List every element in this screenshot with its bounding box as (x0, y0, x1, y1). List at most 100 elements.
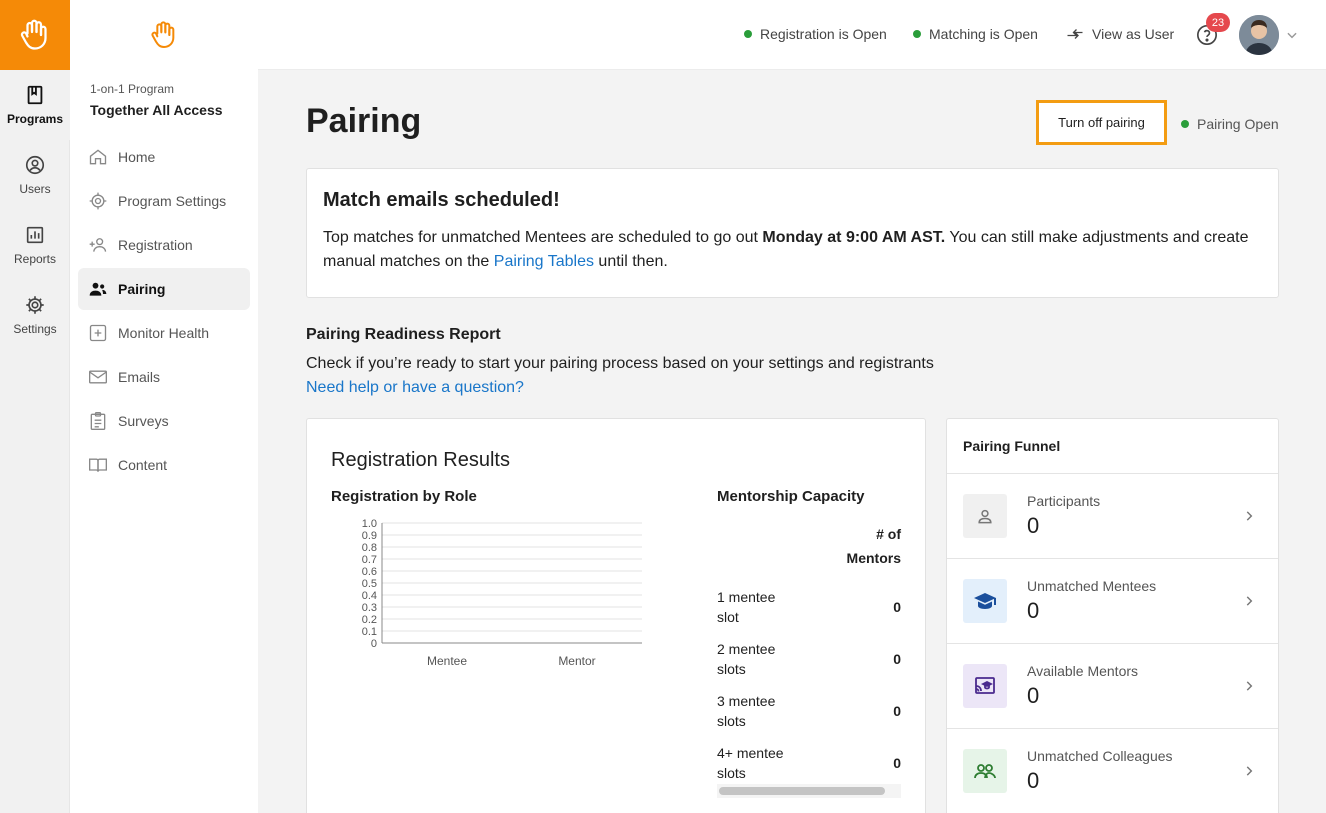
chart-y-tick-label: 0.8 (362, 542, 377, 554)
chart-y-tick-label: 0.2 (362, 614, 377, 626)
registration-status-label: Registration is Open (760, 26, 887, 42)
clipboard-icon (90, 412, 106, 430)
sidebar-item-home[interactable]: Home (78, 136, 250, 178)
capacity-row-label: 4+ mentee slots (717, 743, 797, 783)
capacity-label-line: 2 mentee (717, 641, 776, 657)
capacity-row-value: 0 (893, 703, 901, 719)
readiness-title: Pairing Readiness Report (306, 326, 501, 343)
registration-by-role-chart: 1.00.90.80.70.60.50.40.30.20.10 Mentee Men… (362, 518, 642, 668)
rail-label: Reports (13, 252, 57, 266)
capacity-row: 3 mentee slots 0 (717, 685, 901, 737)
scrollbar-thumb[interactable] (719, 787, 885, 795)
sidebar-item-label: Home (118, 149, 156, 165)
pairing-tables-link[interactable]: Pairing Tables (494, 253, 594, 270)
brand-logo[interactable] (0, 0, 70, 70)
chart-y-tick-label: 0.1 (362, 626, 377, 638)
status-dot (744, 30, 752, 38)
sidebar-item-emails[interactable]: Emails (78, 356, 250, 398)
funnel-text: Unmatched Colleagues 0 (1027, 748, 1173, 794)
rail-label: Programs (6, 112, 64, 126)
book-open-icon (89, 458, 107, 472)
rail-label: Users (19, 182, 51, 196)
status-dot (913, 30, 921, 38)
capacity-label-line: slot (717, 609, 739, 625)
funnel-row-available-mentors[interactable]: Available Mentors 0 (947, 644, 1278, 729)
sidebar-item-label: Program Settings (118, 193, 227, 209)
sidebar-item-pairing[interactable]: Pairing (78, 268, 250, 310)
funnel-row-unmatched-mentees[interactable]: Unmatched Mentees 0 (947, 559, 1278, 644)
chevron-right-icon (1246, 511, 1253, 521)
people-icon (974, 764, 996, 779)
registration-status: Registration is Open (744, 26, 887, 42)
sidebar-item-label: Pairing (118, 281, 166, 297)
pairing-funnel-title: Pairing Funnel (947, 419, 1278, 474)
capacity-row-value: 0 (893, 651, 901, 667)
funnel-icon-box (963, 579, 1007, 623)
person-icon (978, 509, 992, 524)
capacity-label-line: 1 mentee (717, 589, 776, 605)
sidebar-logo (70, 0, 258, 70)
sidebar-item-label: Registration (118, 237, 193, 253)
rail-item-settings[interactable]: Settings (0, 280, 70, 350)
funnel-value: 0 (1027, 513, 1040, 538)
home-icon (89, 149, 107, 165)
funnel-row-participants[interactable]: Participants 0 (947, 474, 1278, 559)
capacity-row: 1 mentee slot 0 (717, 581, 901, 633)
capacity-header-line: # of (876, 526, 901, 542)
matching-status-label: Matching is Open (929, 26, 1038, 42)
funnel-text: Unmatched Mentees 0 (1027, 578, 1156, 624)
sidebar-item-label: Emails (118, 369, 161, 385)
sidebar-item-content[interactable]: Content (78, 444, 250, 486)
alert-text: until then. (593, 253, 668, 270)
sidebar-item-surveys[interactable]: Surveys (78, 400, 250, 442)
chart-y-tick-label: 0.4 (362, 590, 377, 602)
plus-square-icon (89, 324, 107, 342)
rail-item-programs[interactable]: Programs (0, 70, 70, 140)
chevron-right-icon (1246, 681, 1253, 691)
sidebar-item-program-settings[interactable]: Program Settings (78, 180, 250, 222)
turn-off-pairing-button[interactable]: Turn off pairing (1036, 100, 1167, 145)
capacity-label-line: slots (717, 765, 746, 781)
rail-item-reports[interactable]: Reports (0, 210, 70, 280)
chart-y-tick-label: 0 (371, 638, 377, 650)
program-name: Together All Access (90, 102, 223, 118)
funnel-icon-box (963, 749, 1007, 793)
sidebar-item-registration[interactable]: Registration (78, 224, 250, 266)
page-title: Pairing (306, 102, 422, 140)
capacity-scrollbar[interactable] (717, 784, 901, 798)
capacity-label-line: slots (717, 661, 746, 677)
funnel-row-unmatched-colleagues[interactable]: Unmatched Colleagues 0 (947, 729, 1278, 813)
people-icon (89, 282, 107, 296)
capacity-row-value: 0 (893, 755, 901, 771)
avatar[interactable] (1239, 15, 1279, 55)
sidebar-nav: Home Program Settings Registration Pairi… (78, 136, 250, 488)
funnel-value: 0 (1027, 598, 1040, 623)
chart-y-tick-label: 0.6 (362, 566, 377, 578)
registration-results-card: Registration Results Registration by Rol… (306, 418, 926, 813)
graduation-cap-icon (974, 593, 996, 609)
capacity-title: Mentorship Capacity (717, 488, 865, 505)
top-bar: Registration is Open Matching is Open Vi… (258, 0, 1326, 70)
hand-wave-icon (151, 21, 175, 48)
alert-message: Top matches for unmatched Mentees are sc… (323, 226, 1262, 274)
rail-item-users[interactable]: Users (0, 140, 70, 210)
capacity-row: 4+ mentee slots 0 (717, 737, 901, 789)
chart-y-tick-label: 0.7 (362, 554, 377, 566)
match-emails-alert: Match emails scheduled! Top matches for … (306, 168, 1279, 298)
swap-arrows-icon (1067, 29, 1083, 39)
matching-status: Matching is Open (913, 26, 1038, 42)
help-link[interactable]: Need help or have a question? (306, 379, 524, 397)
add-user-icon (89, 238, 107, 252)
sidebar-item-monitor-health[interactable]: Monitor Health (78, 312, 250, 354)
rail-label: Settings (13, 322, 57, 336)
chart-y-tick-label: 0.3 (362, 602, 377, 614)
capacity-label-line: 3 mentee (717, 693, 776, 709)
readiness-description: Check if you’re ready to start your pair… (306, 355, 934, 372)
capacity-label-line: slots (717, 713, 746, 729)
bar-chart-icon (26, 226, 44, 244)
view-as-user-button[interactable]: View as User (1066, 26, 1174, 42)
chevron-down-icon[interactable] (1285, 28, 1299, 42)
sidebar-item-label: Monitor Health (118, 325, 210, 341)
mail-icon (89, 370, 107, 384)
teacher-board-icon (975, 677, 995, 694)
